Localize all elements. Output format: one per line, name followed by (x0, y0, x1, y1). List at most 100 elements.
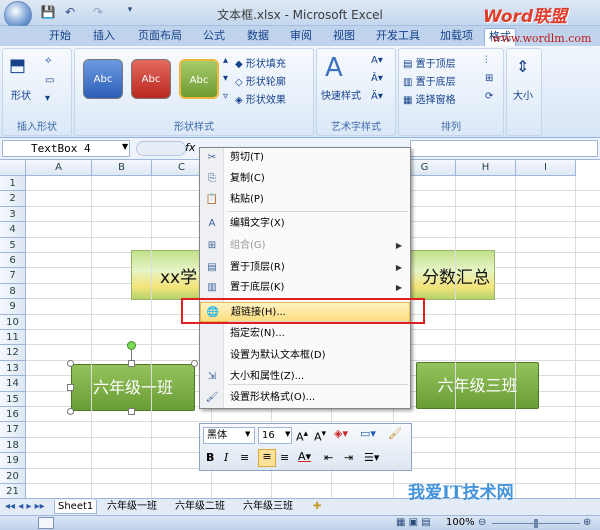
context-menu-item[interactable]: 📋 粘贴(P) (200, 190, 410, 210)
sheet-tab-2[interactable]: 六年级一班 (104, 500, 160, 514)
style-scroll-up-icon[interactable]: ▴ (223, 55, 228, 66)
row-header[interactable]: 4 (0, 222, 26, 238)
column-header[interactable]: B (92, 160, 152, 176)
tab-home[interactable]: 开始 (45, 28, 75, 46)
formula-splitter[interactable] (136, 141, 186, 156)
text-fill-icon[interactable]: A▾ (371, 55, 383, 66)
bullets-icon[interactable]: ☰▾ (364, 451, 379, 464)
zoom-slider-thumb[interactable] (534, 519, 538, 528)
rotate-icon[interactable]: ⟳ (485, 91, 493, 102)
row-header[interactable]: 18 (0, 437, 26, 454)
wordart-icon[interactable]: A (325, 53, 343, 83)
row-header[interactable]: 5 (0, 237, 26, 253)
rotation-handle[interactable] (127, 341, 136, 350)
row-header[interactable]: 14 (0, 376, 26, 392)
row-header[interactable]: 3 (0, 206, 26, 223)
redo-icon[interactable]: ↷ (90, 5, 106, 21)
align-icon[interactable]: ⫶ (485, 55, 488, 66)
format-painter-icon[interactable]: 🖌 (388, 427, 402, 440)
class1-button[interactable]: 六年级一班 (71, 364, 195, 411)
row-header[interactable]: 1 (0, 176, 26, 192)
context-menu-item[interactable]: ✂ 剪切(T) (200, 148, 410, 168)
row-header[interactable]: 7 (0, 268, 26, 284)
style-swatch-red[interactable]: Abc (131, 59, 171, 99)
style-swatch-blue[interactable]: Abc (83, 59, 123, 99)
tab-view[interactable]: 视图 (329, 28, 359, 46)
size-icon[interactable]: ⇕ (516, 57, 529, 76)
align-left-icon[interactable]: ≡ (240, 451, 249, 464)
row-header[interactable]: 21 (0, 484, 26, 498)
row-header[interactable]: 12 (0, 345, 26, 361)
undo-icon[interactable]: ↶ (62, 5, 78, 21)
size-dropdown-icon[interactable]: ▼ (285, 430, 290, 438)
style-more-icon[interactable]: ▿ (223, 91, 228, 102)
zoom-in-icon[interactable]: ⊕ (583, 517, 591, 528)
resize-handle[interactable] (128, 408, 135, 415)
view-buttons-icon[interactable]: ▦ ▣ ▤ (396, 517, 431, 528)
row-header[interactable]: 13 (0, 360, 26, 377)
zoom-level[interactable]: 100% (446, 517, 475, 528)
row-header[interactable]: 6 (0, 253, 26, 269)
row-header[interactable]: 19 (0, 453, 26, 469)
sheet-tab-3[interactable]: 六年级二班 (172, 500, 228, 514)
row-header[interactable]: 8 (0, 283, 26, 300)
align-right-icon[interactable]: ≡ (280, 451, 289, 464)
resize-handle[interactable] (128, 360, 135, 367)
bring-to-front-button[interactable]: ▤ 置于顶层 (403, 55, 456, 70)
row-header[interactable]: 2 (0, 191, 26, 207)
shape-fill-button[interactable]: ◆ 形状填充 (235, 55, 286, 70)
context-menu-item[interactable]: ⎘ 复制(C) (200, 169, 410, 189)
send-to-back-button[interactable]: ▥ 置于底层 (403, 73, 456, 88)
text-effects-icon[interactable]: Ä▾ (371, 91, 383, 102)
save-icon[interactable]: 💾 (40, 5, 56, 21)
grow-font-icon[interactable]: A▴ (296, 428, 308, 444)
row-header[interactable]: 16 (0, 407, 26, 423)
edit-shape-icon[interactable]: ⟡ (45, 55, 52, 66)
row-header[interactable]: 10 (0, 314, 26, 330)
qat-customize-icon[interactable]: ▾ (122, 5, 138, 21)
formula-input[interactable] (410, 140, 598, 157)
tab-data[interactable]: 数据 (243, 28, 273, 46)
increase-indent-icon[interactable]: ⇥ (344, 451, 353, 464)
row-header[interactable]: 20 (0, 468, 26, 484)
resize-handle[interactable] (191, 360, 198, 367)
context-menu-item[interactable]: A 编辑文字(X) (200, 214, 410, 234)
insert-sheet-icon[interactable]: ✚ (310, 500, 324, 514)
tab-insert[interactable]: 插入 (89, 28, 119, 46)
context-menu-item[interactable]: 设置为默认文本框(D) (200, 346, 410, 366)
context-menu-item[interactable]: ▤ 置于顶层(R) ▶ (200, 258, 410, 278)
macro-record-icon[interactable] (38, 517, 54, 529)
italic-icon[interactable]: I (224, 451, 228, 464)
select-all-corner[interactable] (0, 160, 26, 176)
context-menu-item[interactable]: 🖌 设置形状格式(O)... (200, 388, 410, 408)
tab-review[interactable]: 审阅 (286, 28, 316, 46)
fill-color-icon[interactable]: ◈▾ (334, 427, 348, 440)
edit-points-icon[interactable]: ▾ (45, 93, 50, 104)
sheet-nav-icon[interactable]: ◂◂ ◂ ▸ ▸▸ (2, 500, 48, 514)
class3-button[interactable]: 六年级三班 (416, 362, 539, 409)
style-swatch-green[interactable]: Abc (179, 59, 219, 99)
line-color-icon[interactable]: ▭▾ (360, 427, 376, 440)
style-scroll-down-icon[interactable]: ▾ (223, 73, 228, 84)
selection-pane-button[interactable]: ▦ 选择窗格 (403, 91, 456, 106)
resize-handle[interactable] (67, 384, 74, 391)
font-color-icon[interactable]: A▾ (298, 450, 311, 463)
context-menu-item[interactable]: ▥ 置于底层(K) ▶ (200, 278, 410, 298)
sheet-tab-4[interactable]: 六年级三班 (240, 500, 296, 514)
shapes-button[interactable]: 形状 (11, 87, 31, 102)
tab-formulas[interactable]: 公式 (199, 28, 229, 46)
shape-outline-button[interactable]: ◇ 形状轮廓 (235, 73, 286, 88)
name-box[interactable]: TextBox 4 (2, 140, 130, 157)
text-outline-icon[interactable]: Â▾ (371, 73, 383, 84)
size-button[interactable]: 大小 (513, 87, 533, 102)
zoom-out-icon[interactable]: ⊖ (478, 517, 486, 528)
name-box-dropdown-icon[interactable]: ▼ (122, 142, 128, 151)
context-menu-item[interactable]: 指定宏(N)... (200, 324, 410, 344)
bold-icon[interactable]: B (206, 451, 214, 464)
textbox-icon[interactable]: ▭ (45, 75, 54, 86)
insert-function-icon[interactable]: fx (185, 141, 195, 154)
shapes-icon[interactable]: ⬒ (9, 55, 26, 76)
tab-page-layout[interactable]: 页面布局 (134, 28, 186, 46)
resize-handle[interactable] (67, 360, 74, 367)
row-header[interactable]: 15 (0, 391, 26, 407)
